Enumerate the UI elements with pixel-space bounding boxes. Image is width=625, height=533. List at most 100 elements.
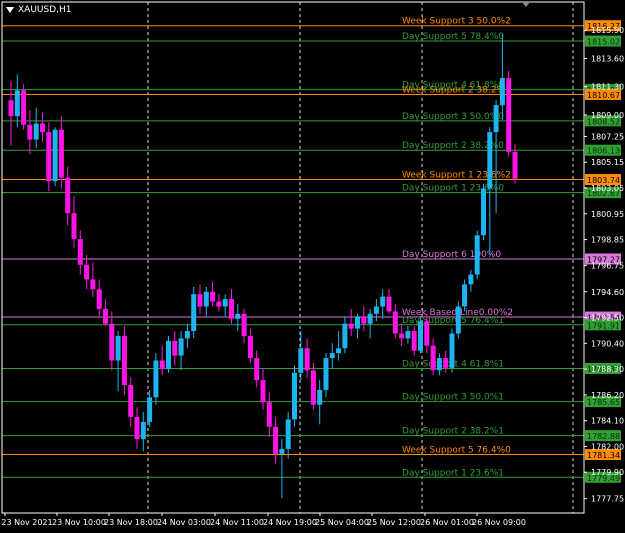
level-price-label: 1781.34 xyxy=(587,451,620,460)
candle-body xyxy=(109,323,115,361)
candle-body xyxy=(128,385,134,417)
level-label: Week Support 5 76.4%0 xyxy=(402,446,511,456)
y-tick-label: 1798.85 xyxy=(591,236,624,245)
candle-body xyxy=(222,299,228,307)
level-label: Day Support 3 50.0%0 xyxy=(402,112,504,122)
level-label: Day Support 2 38.2%1 xyxy=(402,427,504,437)
candle-body xyxy=(210,291,216,302)
candle-body xyxy=(197,294,203,307)
candle-body xyxy=(310,370,316,405)
candle-body xyxy=(134,416,140,440)
candle-body xyxy=(405,331,411,339)
y-tick-label: 1796.75 xyxy=(591,261,624,270)
candle-body xyxy=(140,421,146,440)
candle-body xyxy=(487,132,493,189)
y-tick-label: 1790.40 xyxy=(591,339,624,348)
candle-body xyxy=(298,348,304,373)
candle-body xyxy=(367,313,373,324)
chart-background xyxy=(0,0,625,533)
candle-body xyxy=(355,316,360,329)
y-tick-label: 1813.60 xyxy=(591,54,624,63)
candle-body xyxy=(65,177,71,214)
x-tick-label: 23 Nov 18:00 xyxy=(104,518,158,527)
candle-body xyxy=(166,340,171,370)
candle-body xyxy=(506,78,512,152)
y-tick-label: 1805.15 xyxy=(591,158,624,167)
candle-body xyxy=(424,321,430,346)
candle-body xyxy=(203,291,209,307)
candle-body xyxy=(159,360,165,370)
y-tick-label: 1784.10 xyxy=(591,417,624,426)
candle-body xyxy=(184,331,190,339)
x-tick-label: 23 Nov 10:00 xyxy=(52,518,106,527)
candle-body xyxy=(77,238,83,265)
candle-body xyxy=(499,78,505,106)
candle-body xyxy=(260,380,266,403)
y-tick-label: 1786.20 xyxy=(591,391,624,400)
candle-body xyxy=(273,426,279,454)
candle-body xyxy=(58,129,64,178)
candle-body xyxy=(40,123,45,133)
candle-body xyxy=(84,264,90,280)
candle-body xyxy=(266,402,272,427)
candle-body xyxy=(216,301,222,307)
candle-body xyxy=(178,338,184,356)
candle-body xyxy=(229,299,234,319)
level-label: Week Support 1 23.6%2 xyxy=(402,171,511,181)
candle-body xyxy=(153,360,159,398)
dropdown-triangle-icon xyxy=(6,6,14,13)
level-label: Week Support 2 38.2%2 xyxy=(402,85,511,95)
candle-body xyxy=(336,348,342,354)
x-tick-label: 23 Nov 2021 xyxy=(1,518,52,527)
candle-body xyxy=(96,289,102,309)
candle-body xyxy=(317,389,323,405)
level-price-label: 1782.88 xyxy=(587,432,620,441)
level-price-label: 1815.02 xyxy=(587,38,620,47)
candle-body xyxy=(121,335,127,386)
symbol-text: XAUUSD,H1 xyxy=(18,5,72,15)
candle-body xyxy=(373,306,379,314)
x-tick-label: 24 Nov 03:00 xyxy=(157,518,211,527)
y-tick-label: 1807.25 xyxy=(591,132,624,141)
candle-body xyxy=(8,100,14,117)
x-tick-label: 24 Nov 11:00 xyxy=(210,518,264,527)
y-tick-label: 1782.00 xyxy=(591,442,624,451)
candle-body xyxy=(191,294,197,332)
candle-body xyxy=(430,345,436,371)
candle-body xyxy=(474,235,480,275)
candle-body xyxy=(279,448,285,454)
candle-body xyxy=(392,311,398,334)
level-label: Day Support 5 76.4%1 xyxy=(402,316,504,326)
candle-body xyxy=(241,313,247,336)
candle-body xyxy=(380,296,386,307)
candle-body xyxy=(235,313,241,319)
candle-body xyxy=(90,279,96,290)
price-chart[interactable]: Week Support 3 50.0%2 1816.27Day Support … xyxy=(0,0,625,533)
candle-body xyxy=(27,124,33,140)
candle-body xyxy=(436,358,442,371)
candle-body xyxy=(254,358,260,381)
level-price-label: 1810.67 xyxy=(587,91,620,100)
y-tick-label: 1815.90 xyxy=(591,26,624,35)
candle-body xyxy=(386,296,392,312)
level-price-label: 1806.13 xyxy=(587,147,620,156)
candle-body xyxy=(46,132,52,182)
candle-body xyxy=(247,335,253,359)
symbol-label: XAUUSD,H1 xyxy=(6,5,72,15)
candle-body xyxy=(172,340,178,356)
y-tick-label: 1792.50 xyxy=(591,314,624,323)
candle-body xyxy=(481,188,486,236)
candle-body xyxy=(361,316,367,324)
candle-body xyxy=(285,419,291,449)
candle-body xyxy=(103,308,108,324)
candle-body xyxy=(512,151,518,179)
candle-body xyxy=(323,358,329,390)
level-label: Day Support 3 50.0%1 xyxy=(402,393,504,403)
candle-body xyxy=(468,274,474,285)
candle-body xyxy=(14,90,20,117)
y-tick-label: 1803.05 xyxy=(591,184,624,193)
level-label: Day Support 6 100%0 xyxy=(402,250,501,260)
x-tick-label: 25 Nov 04:00 xyxy=(315,518,369,527)
candle-body xyxy=(52,129,58,182)
candle-body xyxy=(348,323,354,329)
